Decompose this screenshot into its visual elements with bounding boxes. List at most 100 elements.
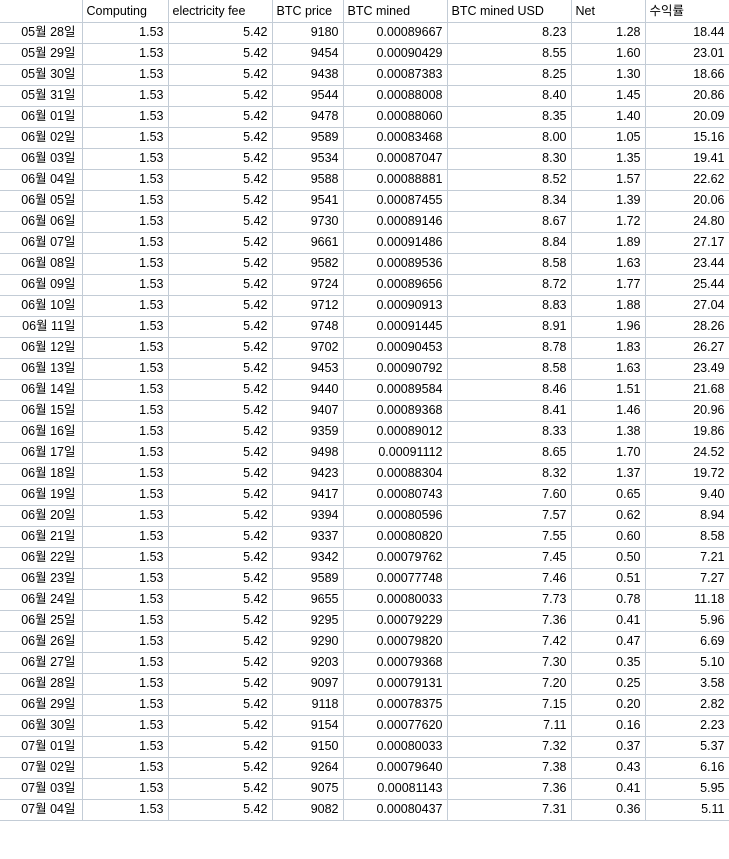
column-header-price[interactable]: BTC price xyxy=(272,0,344,23)
cell-elec[interactable]: 5.42 xyxy=(168,631,273,653)
cell-date[interactable]: 06월 22일 xyxy=(0,547,83,569)
cell-date[interactable]: 06월 25일 xyxy=(0,610,83,632)
cell-mined[interactable]: 0.00087047 xyxy=(343,148,448,170)
cell-net[interactable]: 0.37 xyxy=(571,736,646,758)
cell-rate[interactable]: 11.18 xyxy=(645,589,729,611)
cell-net[interactable]: 1.57 xyxy=(571,169,646,191)
cell-usd[interactable]: 8.52 xyxy=(447,169,572,191)
cell-net[interactable]: 1.77 xyxy=(571,274,646,296)
cell-comp[interactable]: 1.53 xyxy=(82,421,169,443)
cell-net[interactable]: 1.46 xyxy=(571,400,646,422)
column-header-elec[interactable]: electricity fee xyxy=(168,0,273,23)
cell-date[interactable]: 05월 30일 xyxy=(0,64,83,86)
cell-date[interactable]: 07월 04일 xyxy=(0,799,83,821)
cell-elec[interactable]: 5.42 xyxy=(168,799,273,821)
cell-usd[interactable]: 8.78 xyxy=(447,337,572,359)
mining-profitability-table[interactable]: Computing electricity fee BTC price BTC min… xyxy=(0,0,729,821)
table-row[interactable]: 06월 23일 1.53 5.42 9589 0.00077748 7.46 0.51 7.2… xyxy=(0,568,729,590)
column-header-net[interactable]: Net xyxy=(571,0,646,23)
cell-price[interactable]: 9655 xyxy=(272,589,344,611)
cell-price[interactable]: 9588 xyxy=(272,169,344,191)
cell-date[interactable]: 06월 21일 xyxy=(0,526,83,548)
cell-mined[interactable]: 0.00089012 xyxy=(343,421,448,443)
cell-date[interactable]: 06월 01일 xyxy=(0,106,83,128)
cell-date[interactable]: 06월 14일 xyxy=(0,379,83,401)
cell-elec[interactable]: 5.42 xyxy=(168,505,273,527)
cell-usd[interactable]: 8.91 xyxy=(447,316,572,338)
cell-date[interactable]: 06월 20일 xyxy=(0,505,83,527)
cell-price[interactable]: 9478 xyxy=(272,106,344,128)
cell-rate[interactable]: 23.44 xyxy=(645,253,729,275)
cell-usd[interactable]: 7.11 xyxy=(447,715,572,737)
cell-usd[interactable]: 8.30 xyxy=(447,148,572,170)
cell-rate[interactable]: 8.58 xyxy=(645,526,729,548)
cell-rate[interactable]: 9.40 xyxy=(645,484,729,506)
table-row[interactable]: 06월 18일 1.53 5.42 9423 0.00088304 8.32 1.37 19.… xyxy=(0,463,729,485)
cell-mined[interactable]: 0.00081143 xyxy=(343,778,448,800)
cell-net[interactable]: 0.25 xyxy=(571,673,646,695)
cell-comp[interactable]: 1.53 xyxy=(82,169,169,191)
cell-net[interactable]: 1.30 xyxy=(571,64,646,86)
cell-elec[interactable]: 5.42 xyxy=(168,757,273,779)
cell-comp[interactable]: 1.53 xyxy=(82,547,169,569)
table-row[interactable]: 06월 02일 1.53 5.42 9589 0.00083468 8.00 1.05 15.… xyxy=(0,127,729,149)
cell-price[interactable]: 9589 xyxy=(272,568,344,590)
table-body[interactable]: 05월 28일 1.53 5.42 9180 0.00089667 8.23 1.28 18.… xyxy=(0,22,729,821)
cell-mined[interactable]: 0.00078375 xyxy=(343,694,448,716)
cell-usd[interactable]: 8.58 xyxy=(447,358,572,380)
table-row[interactable]: 06월 08일 1.53 5.42 9582 0.00089536 8.58 1.63 23.… xyxy=(0,253,729,275)
cell-net[interactable]: 1.89 xyxy=(571,232,646,254)
cell-usd[interactable]: 7.36 xyxy=(447,778,572,800)
table-row[interactable]: 05월 29일 1.53 5.42 9454 0.00090429 8.55 1.60 23.… xyxy=(0,43,729,65)
cell-comp[interactable]: 1.53 xyxy=(82,673,169,695)
cell-date[interactable]: 06월 24일 xyxy=(0,589,83,611)
cell-mined[interactable]: 0.00089584 xyxy=(343,379,448,401)
cell-elec[interactable]: 5.42 xyxy=(168,484,273,506)
cell-rate[interactable]: 19.72 xyxy=(645,463,729,485)
cell-usd[interactable]: 8.65 xyxy=(447,442,572,464)
cell-comp[interactable]: 1.53 xyxy=(82,337,169,359)
cell-comp[interactable]: 1.53 xyxy=(82,295,169,317)
cell-price[interactable]: 9180 xyxy=(272,22,344,44)
cell-usd[interactable]: 8.83 xyxy=(447,295,572,317)
cell-usd[interactable]: 8.25 xyxy=(447,64,572,86)
cell-mined[interactable]: 0.00080437 xyxy=(343,799,448,821)
cell-mined[interactable]: 0.00080743 xyxy=(343,484,448,506)
cell-date[interactable]: 06월 06일 xyxy=(0,211,83,233)
cell-usd[interactable]: 8.23 xyxy=(447,22,572,44)
cell-net[interactable]: 0.78 xyxy=(571,589,646,611)
cell-date[interactable]: 06월 26일 xyxy=(0,631,83,653)
cell-usd[interactable]: 8.55 xyxy=(447,43,572,65)
cell-comp[interactable]: 1.53 xyxy=(82,127,169,149)
cell-comp[interactable]: 1.53 xyxy=(82,274,169,296)
cell-net[interactable]: 1.45 xyxy=(571,85,646,107)
table-row[interactable]: 06월 07일 1.53 5.42 9661 0.00091486 8.84 1.89 27.… xyxy=(0,232,729,254)
cell-comp[interactable]: 1.53 xyxy=(82,463,169,485)
table-row[interactable]: 06월 10일 1.53 5.42 9712 0.00090913 8.83 1.88 27.… xyxy=(0,295,729,317)
cell-comp[interactable]: 1.53 xyxy=(82,736,169,758)
cell-elec[interactable]: 5.42 xyxy=(168,211,273,233)
column-header-rate[interactable]: 수익률 xyxy=(645,0,729,23)
cell-net[interactable]: 0.47 xyxy=(571,631,646,653)
cell-mined[interactable]: 0.00079820 xyxy=(343,631,448,653)
cell-comp[interactable]: 1.53 xyxy=(82,442,169,464)
cell-mined[interactable]: 0.00079229 xyxy=(343,610,448,632)
cell-rate[interactable]: 5.10 xyxy=(645,652,729,674)
cell-date[interactable]: 06월 15일 xyxy=(0,400,83,422)
cell-rate[interactable]: 25.44 xyxy=(645,274,729,296)
cell-date[interactable]: 05월 31일 xyxy=(0,85,83,107)
cell-usd[interactable]: 7.31 xyxy=(447,799,572,821)
cell-usd[interactable]: 8.67 xyxy=(447,211,572,233)
cell-usd[interactable]: 8.00 xyxy=(447,127,572,149)
cell-price[interactable]: 9440 xyxy=(272,379,344,401)
cell-rate[interactable]: 28.26 xyxy=(645,316,729,338)
cell-mined[interactable]: 0.00089667 xyxy=(343,22,448,44)
cell-net[interactable]: 0.20 xyxy=(571,694,646,716)
cell-rate[interactable]: 20.06 xyxy=(645,190,729,212)
cell-comp[interactable]: 1.53 xyxy=(82,148,169,170)
table-row[interactable]: 06월 06일 1.53 5.42 9730 0.00089146 8.67 1.72 24.… xyxy=(0,211,729,233)
cell-price[interactable]: 9582 xyxy=(272,253,344,275)
cell-usd[interactable]: 7.57 xyxy=(447,505,572,527)
cell-comp[interactable]: 1.53 xyxy=(82,253,169,275)
table-row[interactable]: 05월 28일 1.53 5.42 9180 0.00089667 8.23 1.28 18.… xyxy=(0,22,729,44)
